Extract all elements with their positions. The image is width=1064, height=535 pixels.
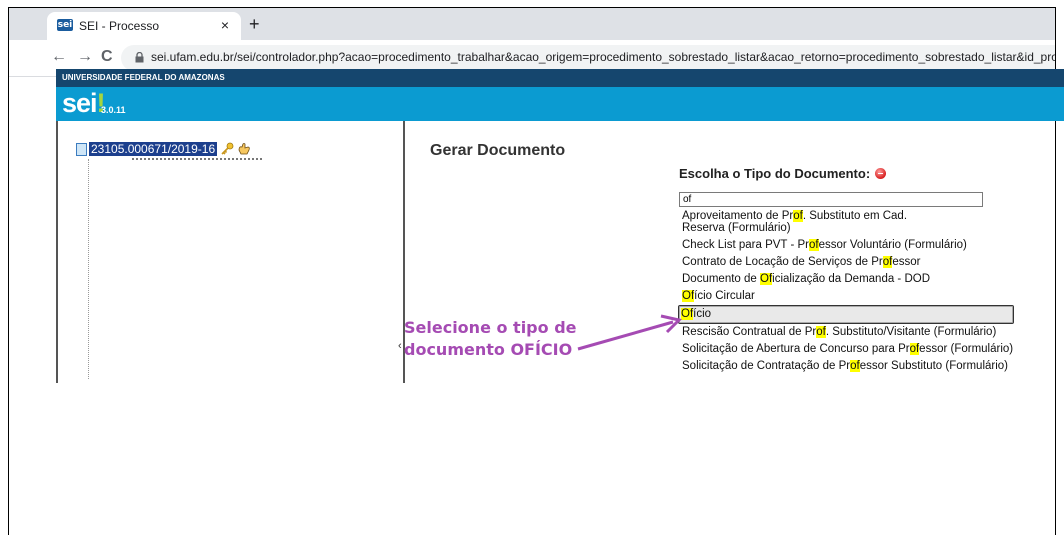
key-icon[interactable] xyxy=(220,142,234,156)
document-type-option[interactable]: Aproveitamento de Prof. Substituto em Ca… xyxy=(680,208,1020,237)
option-text: Solicitação de Contratação de Pr xyxy=(682,360,851,372)
option-text: ício Circular xyxy=(694,290,755,302)
choose-type-label: Escolha o Tipo do Documento: xyxy=(679,166,887,181)
document-type-option[interactable]: Solicitação de Contratação de Professor … xyxy=(680,358,1020,375)
document-icon xyxy=(76,142,87,156)
forward-arrow-icon[interactable]: → xyxy=(77,48,93,66)
match-highlight: of xyxy=(793,210,803,222)
option-text: Contrato de Locação de Serviços de Pr xyxy=(682,256,883,268)
match-highlight: of xyxy=(882,256,893,268)
option-text: Check List para PVT - Pr xyxy=(682,239,809,251)
page-title: Gerar Documento xyxy=(430,142,566,159)
tab-title: SEI - Processo xyxy=(79,19,160,33)
match-highlight: of xyxy=(816,326,826,338)
hand-icon[interactable] xyxy=(237,142,251,156)
type-filter-input[interactable] xyxy=(679,192,983,207)
option-text: Reserva (Formulário) xyxy=(682,222,791,234)
new-tab-icon[interactable]: + xyxy=(249,14,260,35)
document-type-option[interactable]: Ofício Circular xyxy=(680,288,1020,305)
option-text: icialização da Demanda - DOD xyxy=(772,273,931,285)
option-text: Aproveitamento de Pr xyxy=(682,210,794,222)
document-type-list: Aproveitamento de Prof. Substituto em Ca… xyxy=(678,208,1020,375)
document-type-option[interactable]: Check List para PVT - Professor Voluntár… xyxy=(680,237,1020,254)
lock-icon xyxy=(135,52,144,63)
tree-child-node[interactable] xyxy=(132,158,262,163)
url-text: sei.ufam.edu.br/sei/controlador.php?acao… xyxy=(151,50,1056,64)
match-highlight: Of xyxy=(682,290,695,302)
option-text: Documento de xyxy=(682,273,760,285)
annotation-arrow xyxy=(577,314,682,351)
browser-tabstrip: sei SEI - Processo × + xyxy=(9,8,1055,40)
splitter-handle-icon[interactable]: ‹ xyxy=(398,340,402,352)
sei-version: 3.0.11 xyxy=(101,105,126,115)
annotation-text: Selecione o tipo de documento OFÍCIO xyxy=(404,317,577,361)
annotation-line-1: Selecione o tipo de xyxy=(404,318,577,337)
sei-favicon-icon: sei xyxy=(57,19,73,31)
option-text: essor (Formulário) xyxy=(919,343,1014,355)
remove-icon[interactable] xyxy=(875,168,887,179)
process-tree-pane: 23105.000671/2019-16 xyxy=(56,121,404,383)
browser-tab[interactable]: sei SEI - Processo × xyxy=(47,12,241,40)
sei-logo[interactable]: sei! xyxy=(62,88,106,119)
choose-type-text: Escolha o Tipo do Documento: xyxy=(679,166,871,181)
option-text: Rescisão Contratual de Pr xyxy=(682,326,817,338)
annotation-line-2: documento OFÍCIO xyxy=(404,340,573,359)
reload-icon[interactable]: C xyxy=(101,48,113,66)
sei-logo-text: sei xyxy=(62,88,98,118)
institution-bar: UNIVERSIDADE FEDERAL DO AMAZONAS xyxy=(56,69,1064,87)
match-highlight: Of xyxy=(760,273,773,285)
document-type-option[interactable]: Ofício xyxy=(678,305,1014,324)
option-text: essor xyxy=(892,256,921,268)
option-text: . Substituto em Cad. xyxy=(802,210,908,222)
pane-border xyxy=(56,121,58,383)
option-text: essor Voluntário (Formulário) xyxy=(818,239,967,251)
option-text: ício xyxy=(693,308,712,320)
tab-close-icon[interactable]: × xyxy=(221,17,229,33)
document-type-option[interactable]: Contrato de Locação de Serviços de Profe… xyxy=(680,254,1020,271)
option-text: . Substituto/Visitante (Formulário) xyxy=(825,326,997,338)
document-type-option[interactable]: Documento de Oficialização da Demanda - … xyxy=(680,271,1020,288)
process-number-link[interactable]: 23105.000671/2019-16 xyxy=(89,142,218,156)
document-type-option[interactable]: Solicitação de Abertura de Concurso para… xyxy=(680,341,1020,358)
option-text: essor Substituto (Formulário) xyxy=(859,360,1009,372)
back-arrow-icon[interactable]: ← xyxy=(51,48,67,66)
document-type-option[interactable]: Rescisão Contratual de Prof. Substituto/… xyxy=(680,324,1020,341)
match-highlight: of xyxy=(808,239,819,251)
sei-header: UNIVERSIDADE FEDERAL DO AMAZONAS sei! 3.… xyxy=(56,69,1064,121)
option-text: Solicitação de Abertura de Concurso para… xyxy=(682,343,910,355)
tree-root-node[interactable]: 23105.000671/2019-16 xyxy=(76,141,251,157)
tree-guide-line xyxy=(88,159,90,379)
url-omnibox[interactable]: sei.ufam.edu.br/sei/controlador.php?acao… xyxy=(121,45,1055,71)
match-highlight: of xyxy=(850,360,860,372)
match-highlight: of xyxy=(909,343,920,355)
